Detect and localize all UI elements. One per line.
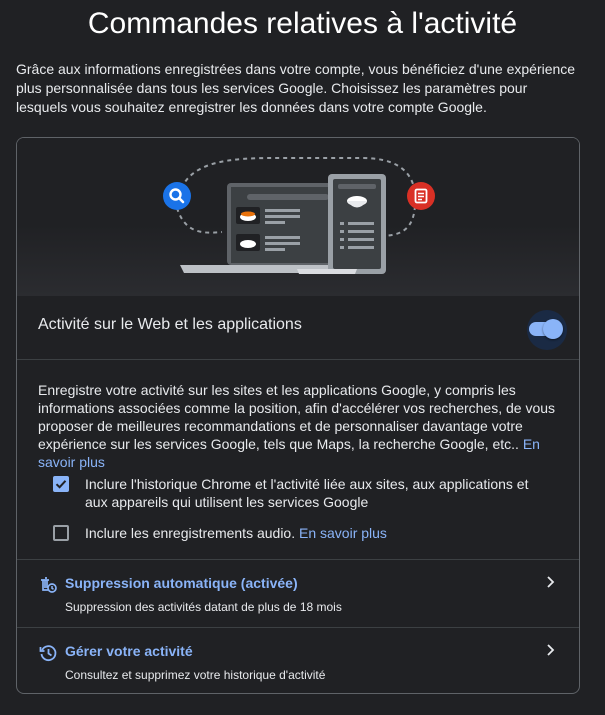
- hero-illustration: [17, 138, 579, 296]
- audio-learn-more-link[interactable]: En savoir plus: [299, 525, 387, 541]
- audio-checkbox[interactable]: [53, 525, 69, 541]
- web-activity-title: Activité sur le Web et les applications: [38, 316, 302, 333]
- manage-activity-subtitle: Consultez et supprimez votre historique …: [65, 668, 326, 682]
- chrome-history-checkbox[interactable]: [53, 476, 69, 492]
- manage-activity-row[interactable]: Gérer votre activité Consultez et suppri…: [17, 627, 579, 693]
- auto-delete-subtitle: Suppression des activités datant de plus…: [65, 600, 342, 614]
- document-icon: [407, 182, 435, 210]
- search-icon: [163, 182, 191, 210]
- description-text: Enregistre votre activité sur les sites …: [38, 382, 556, 452]
- web-activity-card: Activité sur le Web et les applications …: [16, 137, 580, 694]
- manage-activity-title: Gérer votre activité: [65, 643, 193, 659]
- chrome-history-label: Inclure l'historique Chrome et l'activit…: [85, 476, 529, 510]
- chevron-right-icon: [547, 644, 555, 656]
- auto-delete-title: Suppression automatique (activée): [65, 575, 298, 591]
- web-activity-description: Enregistre votre activité sur les sites …: [38, 381, 563, 471]
- audio-label: Inclure les enregistrements audio.: [85, 525, 296, 541]
- page-title: Commandes relatives à l'activité: [87, 7, 518, 40]
- audio-label-row: Inclure les enregistrements audio. En sa…: [85, 524, 533, 542]
- chrome-history-option: Inclure l'historique Chrome et l'activit…: [53, 475, 543, 515]
- check-icon: [55, 480, 67, 489]
- history-icon: [39, 645, 57, 662]
- audio-option: Inclure les enregistrements audio. En sa…: [53, 524, 543, 544]
- auto-delete-icon: [41, 577, 57, 593]
- page-intro: Grâce aux informations enregistrées dans…: [16, 61, 576, 115]
- auto-delete-row[interactable]: Suppression automatique (activée) Suppre…: [17, 559, 579, 627]
- web-activity-header: Activité sur le Web et les applications: [17, 296, 579, 360]
- web-activity-toggle[interactable]: [523, 310, 575, 350]
- chevron-right-icon: [547, 576, 555, 588]
